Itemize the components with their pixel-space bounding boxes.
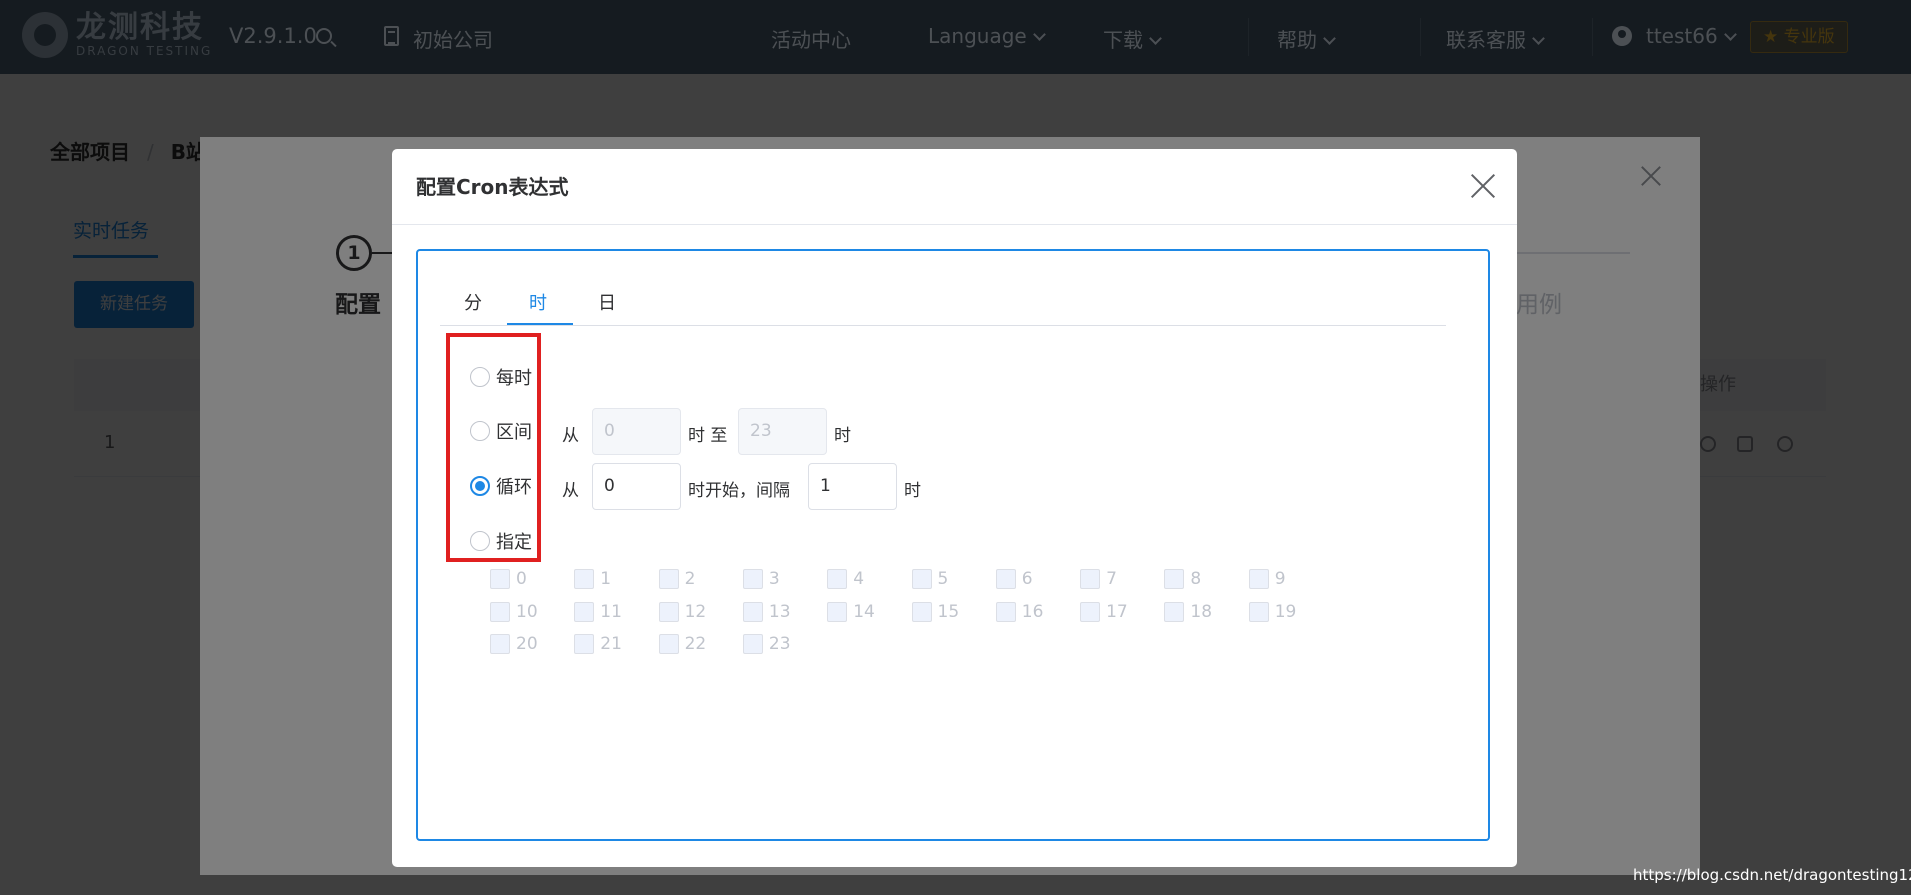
checkbox-box[interactable] — [658, 634, 679, 654]
hour-checkbox-5[interactable]: 5 — [911, 569, 949, 589]
hour-checkbox-15[interactable]: 15 — [911, 601, 960, 622]
checkbox-box[interactable] — [490, 601, 510, 622]
checkbox-label: 0 — [516, 569, 527, 589]
hour-checkbox-9[interactable]: 9 — [1248, 569, 1286, 589]
cycle-start-input[interactable]: 0 — [592, 463, 681, 510]
hour-checkbox-4[interactable]: 4 — [827, 569, 864, 589]
hour-checkbox-8[interactable]: 8 — [1164, 569, 1201, 589]
checkbox-label: 6 — [1021, 569, 1033, 589]
checkbox-label: 15 — [937, 601, 960, 622]
cron-dialog: 配置Cron表达式 分 时 日 每时 区间 循环 指定 从 0 时 至 23 时 — [392, 149, 1517, 867]
tab-minute[interactable]: 分 — [464, 289, 482, 315]
annotation-highlight-box — [446, 333, 541, 562]
checkbox-box[interactable] — [742, 569, 763, 589]
checkbox-label: 18 — [1190, 601, 1213, 622]
checkbox-label: 16 — [1021, 601, 1044, 622]
checkbox-label: 17 — [1106, 601, 1128, 622]
checkbox-box[interactable] — [1248, 569, 1269, 589]
hour-checkbox-13[interactable]: 13 — [742, 601, 791, 622]
hour-checkbox-21[interactable]: 21 — [574, 634, 622, 654]
hour-checkbox-20[interactable]: 20 — [490, 634, 538, 654]
checkbox-box[interactable] — [1164, 601, 1185, 622]
checkbox-box[interactable] — [911, 601, 932, 622]
hour-checkbox-1[interactable]: 1 — [574, 569, 611, 589]
checkbox-box[interactable] — [742, 601, 763, 622]
checkbox-box[interactable] — [911, 569, 932, 589]
checkbox-box[interactable] — [490, 634, 510, 654]
hour-checkbox-22[interactable]: 22 — [658, 634, 707, 654]
hour-checkbox-3[interactable]: 3 — [742, 569, 780, 589]
hour-checkbox-12[interactable]: 12 — [658, 601, 707, 622]
checkbox-box[interactable] — [658, 601, 679, 622]
checkbox-box[interactable] — [574, 569, 595, 589]
checkbox-box[interactable] — [995, 569, 1016, 589]
checkbox-box[interactable] — [490, 569, 510, 589]
divider — [392, 224, 1517, 225]
hour-checkbox-11[interactable]: 11 — [574, 601, 622, 622]
checkbox-label: 3 — [768, 569, 780, 589]
checkbox-label: 23 — [768, 634, 791, 654]
checkbox-label: 5 — [937, 569, 949, 589]
close-icon[interactable] — [1470, 173, 1496, 199]
checkbox-box[interactable] — [742, 634, 763, 654]
checkbox-box[interactable] — [574, 601, 595, 622]
tab-divider — [440, 325, 1446, 326]
cycle-end-label: 时 — [904, 481, 921, 501]
checkbox-box[interactable] — [1164, 569, 1185, 589]
checkbox-label: 12 — [684, 601, 707, 622]
cron-editor-panel: 分 时 日 每时 区间 循环 指定 从 0 时 至 23 时 从 0 时开始，间… — [416, 249, 1490, 841]
range-end-input[interactable]: 23 — [738, 408, 827, 455]
range-start-input[interactable]: 0 — [592, 408, 681, 455]
checkbox-label: 9 — [1274, 569, 1286, 589]
checkbox-label: 11 — [600, 601, 622, 622]
checkbox-box[interactable] — [574, 634, 595, 654]
checkbox-box[interactable] — [1080, 569, 1101, 589]
cycle-from-label: 从 — [562, 481, 579, 501]
watermark: https://blog.csdn.net/dragontesting123 — [1633, 866, 1911, 884]
cycle-mid-label: 时开始，间隔 — [688, 481, 790, 501]
checkbox-label: 20 — [516, 634, 538, 654]
hour-checkbox-10[interactable]: 10 — [490, 601, 538, 622]
checkbox-label: 13 — [768, 601, 791, 622]
hour-checkbox-18[interactable]: 18 — [1164, 601, 1213, 622]
tab-hour[interactable]: 时 — [529, 289, 547, 315]
range-from-label: 从 — [562, 426, 579, 446]
hour-checkbox-6[interactable]: 6 — [995, 569, 1033, 589]
tab-day[interactable]: 日 — [598, 289, 616, 315]
checkbox-label: 21 — [600, 634, 622, 654]
hour-checkbox-0[interactable]: 0 — [490, 569, 527, 589]
checkbox-label: 10 — [516, 601, 538, 622]
cycle-interval-input[interactable]: 1 — [808, 463, 897, 510]
checkbox-label: 14 — [853, 601, 875, 622]
hour-checkbox-17[interactable]: 17 — [1080, 601, 1128, 622]
checkbox-label: 4 — [853, 569, 865, 589]
hour-checkbox-23[interactable]: 23 — [742, 634, 791, 654]
checkbox-box[interactable] — [1248, 601, 1269, 622]
range-mid-label: 时 至 — [688, 426, 728, 446]
hour-checkbox-19[interactable]: 19 — [1248, 601, 1297, 622]
checkbox-label: 2 — [684, 569, 696, 589]
checkbox-label: 7 — [1106, 569, 1117, 589]
hour-checkbox-2[interactable]: 2 — [658, 569, 696, 589]
hour-checkbox-14[interactable]: 14 — [827, 601, 875, 622]
checkbox-box[interactable] — [827, 569, 848, 589]
checkbox-label: 1 — [600, 569, 612, 589]
checkbox-box[interactable] — [1080, 601, 1101, 622]
range-end-label: 时 — [834, 426, 851, 446]
checkbox-label: 19 — [1274, 601, 1297, 622]
hour-checkbox-7[interactable]: 7 — [1080, 569, 1117, 589]
dialog-title: 配置Cron表达式 — [416, 175, 569, 199]
checkbox-box[interactable] — [658, 569, 679, 589]
checkbox-box[interactable] — [995, 601, 1016, 622]
checkbox-box[interactable] — [827, 601, 848, 622]
hour-checkbox-16[interactable]: 16 — [995, 601, 1044, 622]
checkbox-label: 8 — [1190, 569, 1202, 589]
checkbox-label: 22 — [684, 634, 707, 654]
